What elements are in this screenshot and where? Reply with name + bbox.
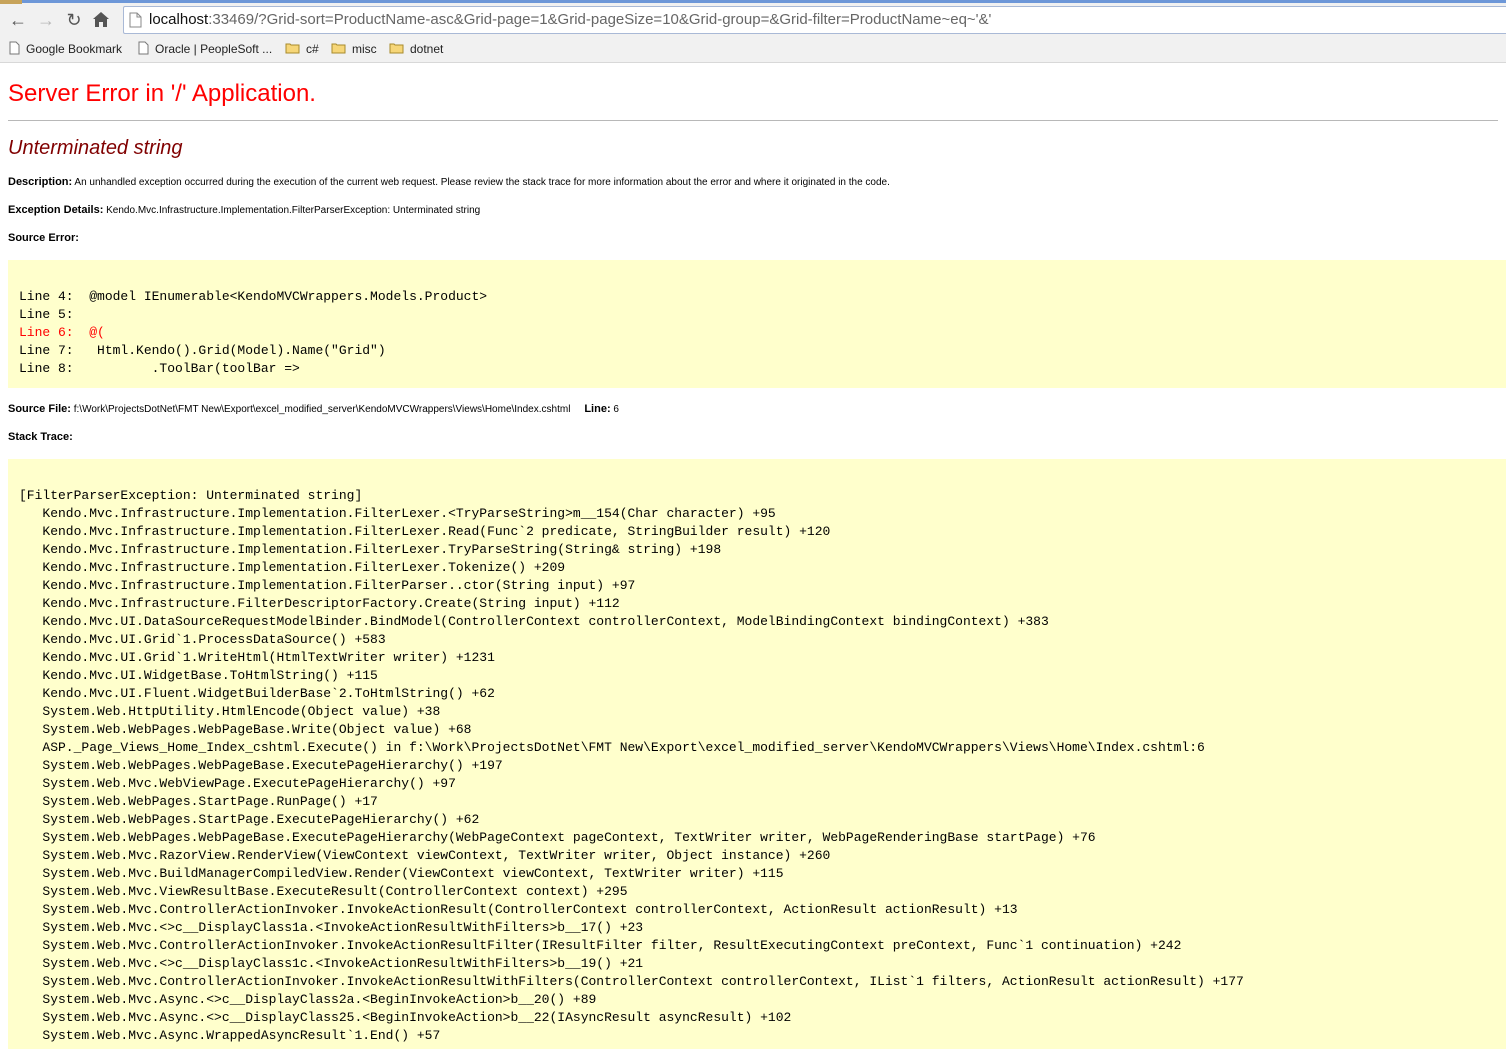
bookmark-label: Oracle | PeopleSoft ...	[155, 42, 273, 56]
source-file-path: f:\Work\ProjectsDotNet\FMT New\Export\ex…	[73, 404, 571, 415]
stack-trace-line: System.Web.WebPages.WebPageBase.ExecuteP…	[19, 830, 1096, 845]
exception-label: Exception Details:	[8, 204, 104, 216]
description-label: Description:	[8, 176, 73, 188]
source-code: Line 4: @model IEnumerable<KendoMVCWrapp…	[19, 288, 487, 378]
stack-trace-line: System.Web.Mvc.ViewResultBase.ExecuteRes…	[19, 884, 628, 899]
source-code-box: Line 4: @model IEnumerable<KendoMVCWrapp…	[8, 260, 1506, 388]
bookmark-folder-misc[interactable]: misc	[331, 40, 377, 58]
stack-trace-line: Kendo.Mvc.UI.WidgetBase.ToHtmlString() +…	[19, 668, 378, 683]
line-number: 6	[613, 404, 619, 415]
address-bar[interactable]: localhost:33469/?Grid-sort=ProductName-a…	[123, 6, 1506, 34]
bookmarks-bar: Google Bookmark Oracle | PeopleSoft ... …	[0, 38, 1506, 60]
stack-trace-line: System.Web.WebPages.StartPage.RunPage() …	[19, 794, 378, 809]
code-line: Line 8: .ToolBar(toolBar =>	[19, 361, 300, 376]
page-icon	[9, 41, 20, 58]
stack-trace-line: System.Web.Mvc.WebViewPage.ExecutePageHi…	[19, 776, 456, 791]
bookmark-label: c#	[306, 42, 319, 56]
stack-trace-line: System.Web.Mvc.ControllerActionInvoker.I…	[19, 902, 1018, 917]
stack-trace-heading: Stack Trace:	[8, 431, 73, 443]
stack-trace-line: Kendo.Mvc.UI.Grid`1.WriteHtml(HtmlTextWr…	[19, 650, 495, 665]
line-label: Line:	[584, 403, 611, 415]
exception-text: Kendo.Mvc.Infrastructure.Implementation.…	[106, 205, 481, 216]
description: Description: An unhandled exception occu…	[8, 176, 890, 188]
source-error-label: Source Error:	[8, 232, 79, 244]
stack-trace-line: System.Web.Mvc.BuildManagerCompiledView.…	[19, 866, 784, 881]
exception-details: Exception Details: Kendo.Mvc.Infrastruct…	[8, 204, 480, 216]
url-path: :33469/?Grid-sort=ProductName-asc&Grid-p…	[208, 11, 992, 28]
home-button[interactable]	[92, 11, 114, 31]
description-text: An unhandled exception occurred during t…	[74, 177, 890, 188]
bookmark-folder-dotnet[interactable]: dotnet	[389, 40, 443, 58]
forward-button[interactable]: →	[35, 10, 57, 30]
browser-tab[interactable]	[0, 0, 22, 4]
stack-trace-box: [FilterParserException: Unterminated str…	[8, 459, 1506, 1049]
stack-trace-line: System.Web.Mvc.ControllerActionInvoker.I…	[19, 974, 1244, 989]
code-line-highlighted: Line 6: @(	[19, 325, 105, 340]
page-icon	[129, 12, 142, 28]
stack-trace-line: Kendo.Mvc.Infrastructure.Implementation.…	[19, 560, 566, 575]
code-line: Line 7: Html.Kendo().Grid(Model).Name("G…	[19, 343, 386, 358]
code-line: Line 5:	[19, 307, 74, 322]
stack-trace-line: System.Web.Mvc.<>c__DisplayClass1a.<Invo…	[19, 920, 644, 935]
stack-trace-line: System.Web.WebPages.WebPageBase.ExecuteP…	[19, 758, 503, 773]
stack-trace-line: System.Web.Mvc.ControllerActionInvoker.I…	[19, 938, 1182, 953]
error-title: Unterminated string	[8, 137, 183, 159]
tab-strip-edge	[0, 0, 1506, 3]
bookmark-label: misc	[352, 42, 377, 56]
back-button[interactable]: ←	[7, 10, 29, 30]
stack-trace-line: System.Web.HttpUtility.HtmlEncode(Object…	[19, 704, 441, 719]
stack-trace-line: System.Web.Mvc.RazorView.RenderView(View…	[19, 848, 831, 863]
bookmark-folder-csharp[interactable]: c#	[285, 40, 319, 58]
bookmark-label: Google Bookmark	[26, 42, 123, 56]
arrow-left-icon: ←	[9, 10, 27, 30]
stack-trace-label: Stack Trace:	[8, 431, 73, 443]
bookmark-google-bookmark[interactable]: Google Bookmark	[9, 40, 122, 58]
stack-trace: [FilterParserException: Unterminated str…	[19, 487, 1244, 1045]
source-file: Source File: f:\Work\ProjectsDotNet\FMT …	[8, 403, 619, 415]
reload-icon: ↻	[66, 10, 82, 30]
stack-trace-line: System.Web.WebPages.WebPageBase.Write(Ob…	[19, 722, 472, 737]
reload-button[interactable]: ↻	[63, 10, 85, 30]
arrow-right-icon: →	[37, 10, 55, 30]
bookmark-label: dotnet	[410, 42, 444, 56]
stack-trace-line: System.Web.Mvc.Async.<>c__DisplayClass2a…	[19, 992, 597, 1007]
home-icon	[93, 12, 109, 27]
bookmark-oracle-peoplesoft[interactable]: Oracle | PeopleSoft ...	[138, 40, 272, 58]
stack-trace-line: System.Web.Mvc.Async.WrappedAsyncResult`…	[19, 1028, 441, 1043]
url-host: localhost	[149, 11, 209, 28]
stack-trace-line: Kendo.Mvc.Infrastructure.Implementation.…	[19, 578, 636, 593]
folder-icon	[389, 42, 404, 57]
browser-chrome: ← → ↻ localhost:33469/?Grid-sort=Product…	[0, 0, 1506, 63]
folder-icon	[285, 42, 300, 57]
stack-trace-line: Kendo.Mvc.Infrastructure.Implementation.…	[19, 506, 776, 521]
source-file-label: Source File:	[8, 403, 71, 415]
stack-trace-line: System.Web.Mvc.Async.<>c__DisplayClass25…	[19, 1010, 792, 1025]
stack-trace-line: Kendo.Mvc.Infrastructure.FilterDescripto…	[19, 596, 620, 611]
page-title: Server Error in '/' Application.	[8, 80, 316, 107]
stack-trace-line: System.Web.WebPages.StartPage.ExecutePag…	[19, 812, 480, 827]
stack-trace-line: System.Web.Mvc.<>c__DisplayClass1c.<Invo…	[19, 956, 644, 971]
page-icon	[138, 41, 149, 58]
code-line: Line 4: @model IEnumerable<KendoMVCWrapp…	[19, 289, 488, 304]
divider	[8, 120, 1498, 121]
stack-trace-line: Kendo.Mvc.UI.DataSourceRequestModelBinde…	[19, 614, 1049, 629]
source-error-heading: Source Error:	[8, 232, 79, 244]
stack-trace-line: Kendo.Mvc.UI.Fluent.WidgetBuilderBase`2.…	[19, 686, 495, 701]
folder-icon	[331, 42, 346, 57]
stack-trace-line: Kendo.Mvc.UI.Grid`1.ProcessDataSource() …	[19, 632, 386, 647]
stack-trace-line: Kendo.Mvc.Infrastructure.Implementation.…	[19, 542, 722, 557]
stack-trace-line: ASP._Page_Views_Home_Index_cshtml.Execut…	[19, 740, 1205, 755]
stack-trace-line: Kendo.Mvc.Infrastructure.Implementation.…	[19, 524, 831, 539]
url-text[interactable]: localhost:33469/?Grid-sort=ProductName-a…	[149, 11, 991, 28]
stack-trace-line: [FilterParserException: Unterminated str…	[19, 488, 363, 503]
